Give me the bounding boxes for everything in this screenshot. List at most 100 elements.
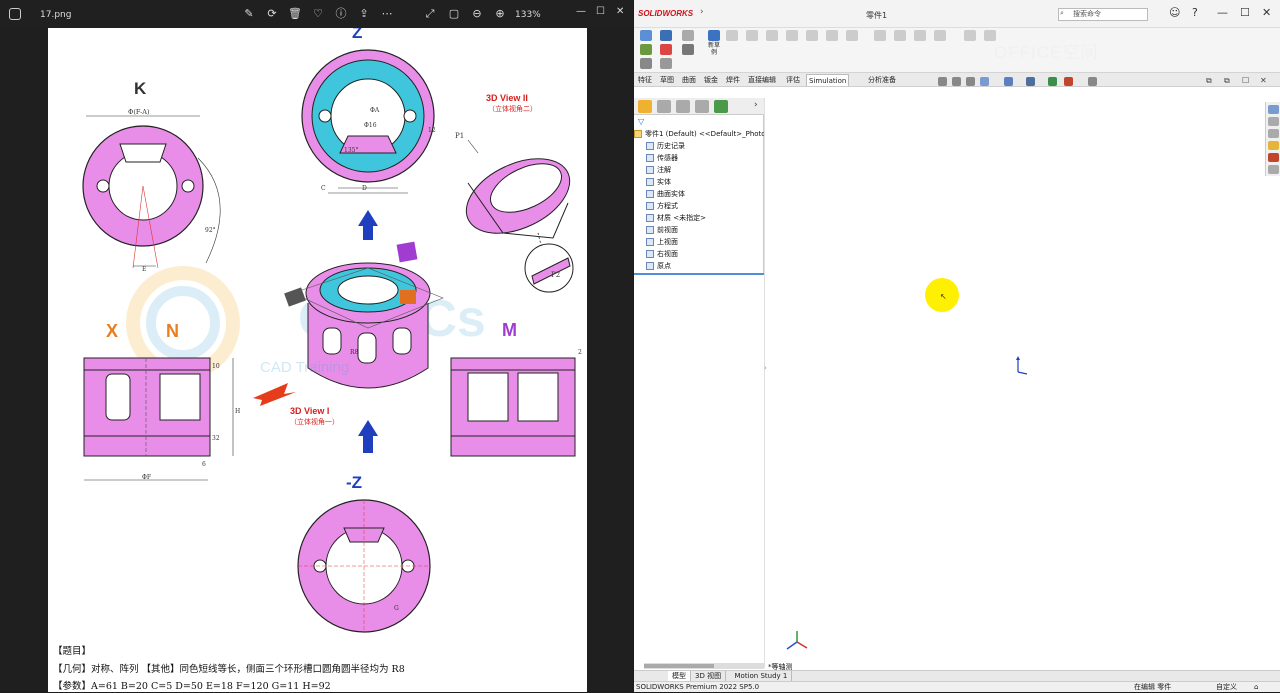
graphics-area[interactable] <box>770 88 1260 668</box>
circle-icon[interactable] <box>766 30 778 41</box>
pattern-icon[interactable] <box>934 30 946 41</box>
new-sketch-label[interactable]: 新草例 <box>707 42 721 56</box>
command-tab-7[interactable]: Simulation <box>806 74 850 86</box>
trim-icon[interactable] <box>874 30 886 41</box>
tree-item-right-plane[interactable]: 右视面 <box>634 248 764 260</box>
design-library-icon[interactable] <box>1268 117 1279 126</box>
horizontal-scrollbar[interactable] <box>644 663 764 669</box>
file-explorer-icon[interactable] <box>1268 129 1279 138</box>
zoom-in-icon[interactable]: ⊕ <box>493 7 507 21</box>
resources-icon[interactable] <box>1268 105 1279 114</box>
tag-icon[interactable]: ⌂ <box>1254 682 1258 693</box>
view-settings-icon[interactable] <box>1088 77 1097 86</box>
label-x: X <box>106 321 118 341</box>
home-icon[interactable] <box>640 30 652 41</box>
rotate-icon[interactable]: ⟳ <box>265 7 279 21</box>
command-tab-8[interactable]: 分析准备 <box>866 74 898 86</box>
rectangle-icon[interactable] <box>806 30 818 41</box>
tree-item-front-plane[interactable]: 前视面 <box>634 224 764 236</box>
view-orientation-icon[interactable] <box>1004 77 1013 86</box>
help-icon[interactable]: ? <box>1192 6 1198 19</box>
side-view-right <box>450 357 576 457</box>
minimize-icon[interactable]: — <box>576 6 586 17</box>
offset-icon[interactable] <box>894 30 906 41</box>
command-tab-0[interactable]: 特征 <box>636 74 654 86</box>
appearance-icon[interactable] <box>1048 77 1057 86</box>
command-tab-5[interactable]: 直接编辑 <box>746 74 778 86</box>
chevron-right-icon[interactable]: › <box>754 100 758 110</box>
command-tab-6[interactable]: 评估 <box>784 74 802 86</box>
fit-icon[interactable]: ▢ <box>447 7 461 21</box>
options-icon[interactable] <box>682 44 694 55</box>
scene-icon[interactable] <box>1064 77 1073 86</box>
save-icon[interactable] <box>660 30 672 41</box>
tree-item-surface-bodies[interactable]: 曲面实体 <box>634 188 764 200</box>
heart-icon[interactable]: ♡ <box>311 7 325 21</box>
restore-icon[interactable]: ⧉ <box>1206 76 1212 86</box>
polygon-icon[interactable] <box>826 30 838 41</box>
tree-item-material[interactable]: 材质 <未指定> <box>634 212 764 224</box>
new-icon[interactable] <box>640 44 652 55</box>
smart-dimension-icon[interactable] <box>726 30 738 41</box>
window-close-icon[interactable]: ✕ <box>1260 76 1267 85</box>
tree-item-solid-bodies[interactable]: 实体 <box>634 176 764 188</box>
mirror-icon[interactable] <box>914 30 926 41</box>
command-tab-1[interactable]: 草图 <box>658 74 676 86</box>
feature-tree-rollback-bar[interactable] <box>634 273 764 275</box>
share-icon[interactable]: ⇪ <box>357 7 371 21</box>
display-style-icon[interactable] <box>1026 77 1035 86</box>
zoom-out-icon[interactable]: ⊖ <box>470 7 484 21</box>
chevron-right-icon[interactable]: › <box>700 7 704 17</box>
minimize-icon[interactable]: — <box>1217 6 1228 19</box>
view-palette-icon[interactable] <box>1268 141 1279 150</box>
user-icon[interactable]: ☺ <box>1169 6 1180 19</box>
command-tab-2[interactable]: 曲面 <box>680 74 698 86</box>
previous-view-icon[interactable] <box>966 77 975 86</box>
close-icon[interactable]: ✕ <box>616 6 624 17</box>
window-max-icon[interactable]: ☐ <box>1242 76 1249 85</box>
expand-icon[interactable]: ⤢ <box>423 7 437 21</box>
feature-tree-tab-icon[interactable] <box>638 100 652 113</box>
new-sketch-icon[interactable] <box>708 30 720 41</box>
tree-item-sensors[interactable]: 传感器 <box>634 152 764 164</box>
section-view-icon[interactable] <box>980 77 989 86</box>
more-icon[interactable]: ⋯ <box>380 7 394 21</box>
tree-item-annotations[interactable]: 注解 <box>634 164 764 176</box>
select-icon[interactable] <box>682 30 694 41</box>
spline-icon[interactable] <box>846 30 858 41</box>
tree-item-history[interactable]: 历史记录 <box>634 140 764 152</box>
tree-item-equations[interactable]: 方程式 <box>634 200 764 212</box>
zoom-area-icon[interactable] <box>952 77 961 86</box>
label-k: K <box>134 79 147 98</box>
command-tab-4[interactable]: 焊件 <box>724 74 742 86</box>
zoom-fit-icon[interactable] <box>938 77 947 86</box>
custom-properties-icon[interactable] <box>1268 165 1279 174</box>
print-icon[interactable] <box>640 58 652 69</box>
info-icon[interactable]: ⓘ <box>334 7 348 21</box>
tree-item-top-plane[interactable]: 上视面 <box>634 236 764 248</box>
arc-icon[interactable] <box>786 30 798 41</box>
relation-icon[interactable] <box>964 30 976 41</box>
front-plane-icon <box>646 226 654 234</box>
tree-root[interactable]: 零件1 (Default) <<Default>_PhotoV <box>634 128 764 140</box>
close-icon[interactable]: ✕ <box>1262 6 1271 19</box>
tile-icon[interactable]: ⧉ <box>1224 76 1230 86</box>
line-icon[interactable] <box>746 30 758 41</box>
display-manager-tab-icon[interactable] <box>714 100 728 113</box>
maximize-icon[interactable]: ☐ <box>596 6 605 17</box>
maximize-icon[interactable]: ☐ <box>1240 6 1250 19</box>
edit-icon[interactable]: ✎ <box>242 7 256 21</box>
delete-icon[interactable]: 🗑 <box>288 7 302 21</box>
command-tab-3[interactable]: 钣金 <box>702 74 720 86</box>
property-manager-tab-icon[interactable] <box>657 100 671 113</box>
panel-splitter[interactable] <box>764 98 765 668</box>
configuration-tab-icon[interactable] <box>676 100 690 113</box>
rebuild-icon[interactable] <box>660 44 672 55</box>
scrollbar-thumb[interactable] <box>644 664 714 668</box>
appearances-icon[interactable] <box>1268 153 1279 162</box>
undo-icon[interactable] <box>660 58 672 69</box>
status-custom[interactable]: 自定义 <box>1216 682 1237 693</box>
tree-item-origin[interactable]: 原点 <box>634 260 764 272</box>
sw-search-input[interactable]: 搜索命令 <box>1058 8 1148 21</box>
dimxpert-tab-icon[interactable] <box>695 100 709 113</box>
